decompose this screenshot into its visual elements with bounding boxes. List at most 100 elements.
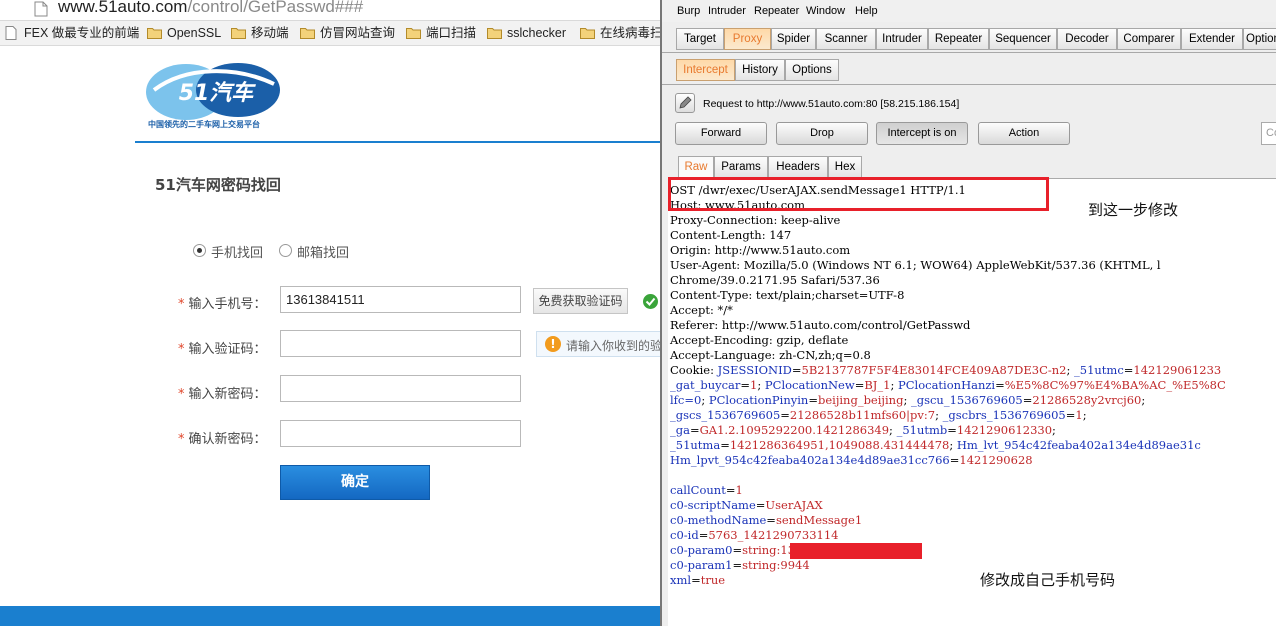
request-token: =	[720, 438, 730, 452]
request-token: BJ_1	[864, 378, 891, 392]
url-path: /control/GetPasswd###	[187, 0, 364, 16]
request-token: =	[691, 573, 701, 587]
tab-extender[interactable]: Extender	[1181, 28, 1243, 50]
logo-text: 51汽车	[179, 80, 257, 106]
request-token: Accept-Encoding: gzip, deflate	[670, 333, 849, 347]
request-line: Origin: http://www.51auto.com	[670, 243, 850, 258]
request-token: Accept-Language: zh-CN,zh;q=0.8	[670, 348, 871, 362]
request-line: Accept: */*	[670, 303, 733, 318]
tab-comparer[interactable]: Comparer	[1117, 28, 1181, 50]
menu-help[interactable]: Help	[855, 5, 878, 17]
menu-window[interactable]: Window	[806, 5, 845, 17]
highlight-request-line	[668, 177, 1049, 211]
request-token: Content-Type: text/plain;charset=UTF-8	[670, 288, 905, 302]
tab-sequencer[interactable]: Sequencer	[989, 28, 1057, 50]
tab-target[interactable]: Target	[676, 28, 724, 50]
view-tab-raw[interactable]: Raw	[678, 156, 714, 178]
search-input[interactable]: Co	[1261, 122, 1276, 145]
submit-button[interactable]: 确定	[280, 465, 430, 500]
folder-icon	[147, 28, 162, 39]
request-token: ;	[903, 393, 911, 407]
request-token: _gscbrs_1536769605	[942, 408, 1066, 422]
confirm-password-input[interactable]	[280, 420, 521, 447]
folder-icon	[487, 28, 502, 39]
get-code-button[interactable]: 免费获取验证码	[533, 288, 628, 314]
request-token: 5B2137787F5F4E83014FCE409A87DE3C-n2	[801, 363, 1067, 377]
address-bar[interactable]: www.51auto.com/control/GetPasswd###	[0, 0, 660, 21]
request-token: =	[740, 378, 751, 392]
confirm-password-label-text: 确认新密码：	[188, 432, 267, 447]
new-password-input[interactable]	[280, 375, 521, 402]
request-line: xml=true	[670, 573, 725, 588]
request-token: PClocationHanzi	[898, 378, 996, 392]
view-tab-headers[interactable]: Headers	[768, 156, 828, 178]
raw-request-editor[interactable]: OST /dwr/exec/UserAJAX.sendMessage1 HTTP…	[668, 178, 1276, 626]
url-text[interactable]: www.51auto.com/control/GetPasswd###	[58, 0, 363, 17]
request-line: lfc=0; PClocationPinyin=beijing_beijing;…	[670, 393, 1145, 408]
tab-options[interactable]: Option	[1243, 28, 1276, 50]
forward-button[interactable]: Forward	[675, 122, 767, 145]
code-label-text: 输入验证码：	[188, 342, 267, 357]
request-token: =	[947, 423, 957, 437]
request-token: =	[755, 498, 766, 512]
folder-icon	[580, 28, 595, 39]
radio-dot[interactable]	[279, 244, 292, 257]
menu-repeater[interactable]: Repeater	[754, 5, 799, 17]
request-token: ;	[1066, 363, 1075, 377]
phone-input[interactable]: 13613841511	[280, 286, 521, 313]
hint-text: 请输入你收到的验	[566, 339, 660, 353]
view-tab-hex[interactable]: Hex	[828, 156, 862, 178]
tab-spider[interactable]: Spider	[771, 28, 816, 50]
annotation-bottom: 修改成自己手机号码	[980, 572, 1116, 589]
request-line: Hm_lpvt_954c42feaba402a134e4d89ae31cc766…	[670, 453, 1033, 468]
check-icon	[643, 294, 658, 309]
request-token: ;	[935, 408, 943, 422]
request-line: _gat_buycar=1; PClocationNew=BJ_1; PCloc…	[670, 378, 1226, 393]
subtab-history[interactable]: History	[735, 59, 785, 81]
required-mark: *	[178, 387, 185, 402]
request-token: =	[854, 378, 865, 392]
request-token: lfc=0	[670, 393, 702, 407]
bookmark-label: FEX 做最专业的前端	[24, 26, 140, 40]
edit-pencil-icon[interactable]	[675, 93, 695, 113]
menu-intruder[interactable]: Intruder	[708, 5, 746, 17]
request-token: ;	[701, 393, 709, 407]
request-line: c0-param1=string:9944	[670, 558, 810, 573]
bookmarks-bar: FEX 做最专业的前端 OpenSSL 移动端 仿冒网站查询 端口扫描 sslc…	[0, 21, 660, 46]
request-token: c0-param0	[670, 543, 733, 557]
request-token: 21286528b11mfs60|pv:7	[789, 408, 936, 422]
radio-dot-selected[interactable]	[193, 244, 206, 257]
request-token: =	[689, 423, 700, 437]
request-token: =	[732, 543, 743, 557]
request-token: Hm_lvt_954c42feaba402a134e4d89ae31c	[956, 438, 1201, 452]
request-token: =	[808, 393, 818, 407]
view-tab-params[interactable]: Params	[714, 156, 768, 178]
intercept-toggle-button[interactable]: Intercept is on	[876, 122, 968, 145]
request-line: _51utma=1421286364951,1049088.431444478;…	[670, 438, 1201, 453]
tab-proxy[interactable]: Proxy	[724, 28, 771, 50]
request-line: Referer: http://www.51auto.com/control/G…	[670, 318, 970, 333]
request-token: ;	[757, 378, 765, 392]
drop-button[interactable]: Drop	[776, 122, 868, 145]
tab-scanner[interactable]: Scanner	[816, 28, 876, 50]
request-line: Chrome/39.0.2171.95 Safari/537.36	[670, 273, 880, 288]
request-line: callCount=1	[670, 483, 743, 498]
bookmark-label: 在线病毒扫	[600, 26, 660, 40]
code-input[interactable]	[280, 330, 521, 357]
subtab-options[interactable]: Options	[785, 59, 839, 81]
menu-burp[interactable]: Burp	[677, 5, 700, 17]
phone-label: * 输入手机号：	[178, 293, 267, 312]
request-token: JSESSIONID	[717, 363, 792, 377]
tab-decoder[interactable]: Decoder	[1057, 28, 1117, 50]
request-token: c0-id	[670, 528, 699, 542]
subtab-intercept[interactable]: Intercept	[676, 59, 735, 81]
tab-intruder[interactable]: Intruder	[876, 28, 928, 50]
request-line: Proxy-Connection: keep-alive	[670, 213, 840, 228]
request-token: callCount	[670, 483, 726, 497]
request-token: =	[791, 363, 802, 377]
action-button[interactable]: Action	[978, 122, 1070, 145]
request-token: 1	[735, 483, 743, 497]
tab-repeater[interactable]: Repeater	[928, 28, 989, 50]
request-token: =	[1123, 363, 1134, 377]
burp-window: Burp Intruder Repeater Window Help Targe…	[660, 0, 1276, 626]
